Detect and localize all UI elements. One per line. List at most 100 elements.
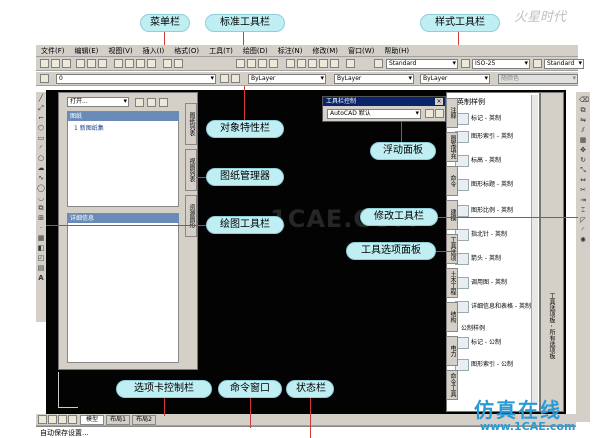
redo-icon[interactable] [174, 59, 183, 68]
tab-sheet-views[interactable]: 视图列表 [185, 149, 197, 191]
rectangle-icon[interactable]: ▭ [37, 134, 45, 142]
sheet-toolbar-btn-1[interactable] [135, 98, 144, 107]
make-current-icon[interactable] [220, 74, 229, 83]
table-icon[interactable]: ▤ [37, 264, 45, 272]
palette-tab-9[interactable]: 命令工具 [446, 370, 458, 400]
region-icon[interactable]: ◰ [37, 254, 45, 262]
tab-model[interactable]: 模型 [80, 415, 104, 425]
gradient-icon[interactable]: ◧ [37, 244, 45, 252]
layer-previous-icon[interactable] [231, 74, 240, 83]
make-block-icon[interactable]: ⊞ [37, 214, 45, 222]
palette-item-9[interactable]: 详细信息和表格 - 英制 [471, 303, 531, 311]
move-icon[interactable]: ✥ [579, 146, 587, 154]
sheet-open-select[interactable]: 打开... [67, 97, 129, 107]
properties-icon[interactable] [286, 59, 295, 68]
menu-item-insert[interactable]: 插入(I) [138, 45, 170, 57]
menu-item-draw[interactable]: 绘图(D) [238, 45, 273, 57]
palette-item-8[interactable]: 调用图 - 英制 [471, 279, 507, 287]
spline-icon[interactable]: ∿ [37, 174, 45, 182]
trim-icon[interactable]: ✂ [579, 186, 587, 194]
tab-layout1[interactable]: 布局1 [106, 415, 130, 425]
rotate-icon[interactable]: ↻ [579, 156, 587, 164]
insert-block-icon[interactable]: ⧉ [37, 204, 45, 212]
menu-item-help[interactable]: 帮助(H) [379, 45, 414, 57]
array-icon[interactable]: ▦ [579, 136, 587, 144]
palette-tab-5[interactable]: 工具选项 [446, 234, 458, 264]
float-panel-btn-2[interactable] [435, 109, 444, 118]
new-icon[interactable] [40, 59, 49, 68]
chamfer-icon[interactable]: ◸ [579, 216, 587, 224]
tool-palettes-icon[interactable] [308, 59, 317, 68]
calculator-icon[interactable] [330, 59, 339, 68]
polygon-icon[interactable]: ⬡ [37, 124, 45, 132]
palette-item-10[interactable]: 标记 - 公制 [471, 339, 501, 347]
revcloud-icon[interactable]: ☁ [37, 164, 45, 172]
zoom-realtime-icon[interactable] [247, 59, 256, 68]
palette-item-6[interactable]: 指北针 - 英制 [471, 231, 507, 239]
menu-item-view[interactable]: 视图(V) [103, 45, 137, 57]
undo-icon[interactable] [163, 59, 172, 68]
construction-line-icon[interactable]: ⤢ [37, 104, 45, 112]
offset-icon[interactable]: ⫽ [579, 126, 587, 134]
tab-sheet-resources[interactable]: 资源图形 [185, 195, 197, 237]
menu-item-modify[interactable]: 修改(M) [307, 45, 343, 57]
mtext-icon[interactable]: A [37, 274, 45, 282]
palette-tab-3[interactable]: 命令 [446, 166, 458, 196]
palette-tab-7[interactable]: 结构 [446, 302, 458, 332]
polyline-icon[interactable]: ⌐ [37, 114, 45, 122]
float-panel-btn[interactable] [425, 109, 434, 118]
menu-item-dimension[interactable]: 标注(N) [273, 45, 308, 57]
zoom-window-icon[interactable] [258, 59, 267, 68]
circle-icon[interactable]: ○ [37, 154, 45, 162]
linetype-select[interactable]: ByLayer [334, 74, 414, 84]
break-icon[interactable]: ⌶ [579, 206, 587, 214]
preview-icon[interactable] [87, 59, 96, 68]
dim-style-select[interactable]: ISO-25 [472, 59, 530, 69]
palette-item-3[interactable]: 标高 - 英制 [471, 157, 501, 165]
sheet-toolbar-btn-3[interactable] [159, 98, 168, 107]
lineweight-select[interactable]: ByLayer [420, 74, 490, 84]
save-icon[interactable] [62, 59, 71, 68]
palette-tab-1[interactable]: 注释 [446, 98, 458, 128]
design-center-icon[interactable] [297, 59, 306, 68]
palette-item-11[interactable]: 图形索引 - 公制 [471, 361, 513, 369]
palette-tab-8[interactable]: 电力 [446, 336, 458, 366]
point-icon[interactable]: · [37, 224, 45, 232]
text-style-select[interactable]: Standard [386, 59, 458, 69]
copy-icon[interactable] [125, 59, 134, 68]
ellipse-icon[interactable]: ◯ [37, 184, 45, 192]
palette-item-4[interactable]: 图形标题 - 英制 [471, 181, 513, 189]
paste-icon[interactable] [136, 59, 145, 68]
scale-icon[interactable]: ⤡ [579, 166, 587, 174]
fillet-icon[interactable]: ◜ [579, 226, 587, 234]
zoom-previous-icon[interactable] [269, 59, 278, 68]
menu-item-file[interactable]: 文件(F) [36, 45, 70, 57]
palette-tab-2[interactable]: 图案填充 [446, 132, 458, 162]
extend-icon[interactable]: ⇥ [579, 196, 587, 204]
table-style-icon[interactable] [533, 59, 542, 68]
line-icon[interactable]: ╱ [37, 94, 45, 102]
pan-icon[interactable] [236, 59, 245, 68]
menu-item-format[interactable]: 格式(O) [169, 45, 204, 57]
ellipse-arc-icon[interactable]: ◡ [37, 194, 45, 202]
mirror-icon[interactable]: ⇋ [579, 116, 587, 124]
menu-item-tools[interactable]: 工具(T) [204, 45, 238, 57]
match-props-icon[interactable] [147, 59, 156, 68]
help-icon[interactable] [346, 59, 355, 68]
palette-item-5[interactable]: 图形比例 - 英制 [471, 207, 513, 215]
tab-prev-icon[interactable] [48, 415, 57, 424]
menu-item-edit[interactable]: 编辑(E) [70, 45, 104, 57]
sheet-toolbar-btn-2[interactable] [147, 98, 156, 107]
tab-next-icon[interactable] [58, 415, 67, 424]
tab-last-icon[interactable] [68, 415, 77, 424]
tab-layout2[interactable]: 布局2 [132, 415, 156, 425]
erase-icon[interactable]: ⌫ [579, 96, 589, 104]
palette-item-2[interactable]: 图形索引 - 英制 [471, 133, 513, 141]
palette-tab-4[interactable]: 建模 [446, 200, 458, 230]
color-select[interactable]: ByLayer [248, 74, 326, 84]
copy-object-icon[interactable]: ⧉ [579, 106, 587, 114]
text-style-icon[interactable] [374, 59, 383, 68]
close-icon[interactable]: × [435, 98, 443, 105]
explode-icon[interactable]: ✺ [579, 236, 587, 244]
float-panel-select[interactable]: AutoCAD 默认 [327, 109, 421, 119]
